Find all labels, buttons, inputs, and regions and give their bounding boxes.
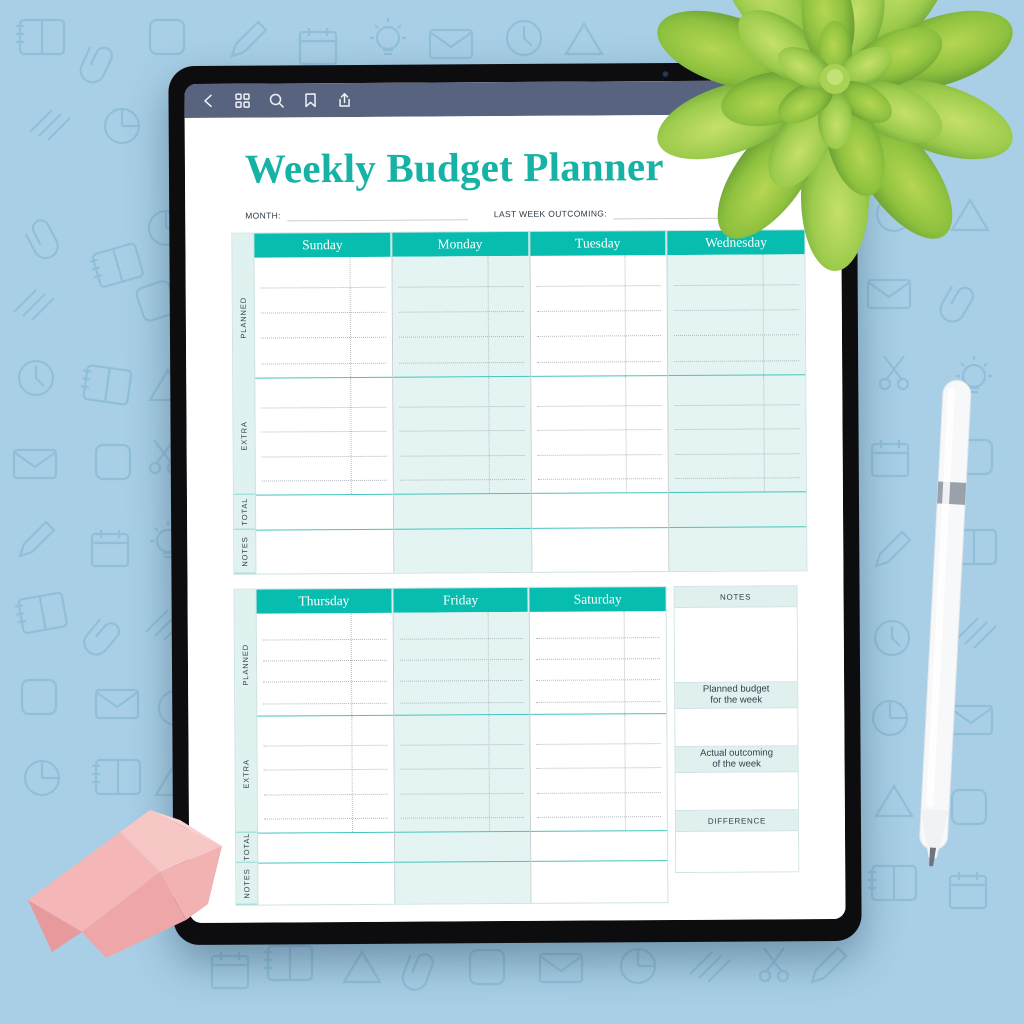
front-camera <box>662 71 669 78</box>
document-page: Weekly Budget Planner MONTH: LAST WEEK O… <box>184 114 846 923</box>
cell-planned-monday[interactable] <box>392 255 530 377</box>
back-icon[interactable] <box>198 91 217 110</box>
app-toolbar <box>184 80 841 119</box>
row-label-total-2: TOTAL <box>236 832 258 863</box>
bookmark-icon[interactable] <box>300 91 319 110</box>
cell-extra-sunday[interactable] <box>255 376 393 495</box>
cell-extra-monday[interactable] <box>392 375 531 494</box>
day-column-saturday: Saturday <box>529 587 668 903</box>
row-label-total: TOTAL <box>233 494 256 530</box>
cell-notes-tuesday[interactable] <box>531 527 669 572</box>
share-icon[interactable] <box>334 90 353 109</box>
day-column-thursday: Thursday <box>256 588 396 905</box>
cell-notes-saturday[interactable] <box>531 860 668 903</box>
month-label: MONTH: <box>245 210 281 221</box>
month-input[interactable] <box>286 208 468 222</box>
day-columns-2: Thursday Friday Saturday <box>256 587 668 905</box>
row-label-column-1: PLANNED EXTRA TOTAL NOTES <box>232 233 257 574</box>
day-header-thursday: Thursday <box>256 588 393 614</box>
planned-budget-label: Planned budget for the week <box>675 682 798 710</box>
day-column-monday: Monday <box>392 231 532 573</box>
field-row: MONTH: LAST WEEK OUTCOMING: <box>245 206 805 222</box>
notes-panel: NOTES Planned budget for the week Actual… <box>673 585 800 874</box>
label-spacer <box>232 234 253 258</box>
day-header-tuesday: Tuesday <box>529 231 667 256</box>
row-label-notes: NOTES <box>234 529 256 574</box>
cell-planned-saturday[interactable] <box>530 611 666 714</box>
actual-outcoming-label: Actual outcoming of the week <box>675 746 798 774</box>
tablet-device: Weekly Budget Planner MONTH: LAST WEEK O… <box>168 61 862 946</box>
row-label-planned-2: PLANNED <box>240 643 251 686</box>
difference-input[interactable] <box>676 831 799 873</box>
planner-table-2: PLANNED EXTRA TOTAL NOTES Thursday Frida… <box>233 585 810 906</box>
day-column-friday: Friday <box>393 587 532 904</box>
last-week-outcoming-field[interactable]: LAST WEEK OUTCOMING: <box>494 206 773 220</box>
row-label-notes-2: NOTES <box>236 862 258 905</box>
cell-total-saturday[interactable] <box>531 830 668 861</box>
cell-notes-sunday[interactable] <box>256 528 394 574</box>
cell-extra-saturday[interactable] <box>530 713 668 831</box>
row-label-extra-2: EXTRA <box>235 715 258 833</box>
cell-notes-friday[interactable] <box>394 860 531 904</box>
tablet-screen: Weekly Budget Planner MONTH: LAST WEEK O… <box>184 80 846 923</box>
day-column-tuesday: Tuesday <box>529 231 670 572</box>
month-field[interactable]: MONTH: <box>245 208 468 222</box>
day-header-sunday: Sunday <box>254 232 392 258</box>
day-header-monday: Monday <box>392 231 529 257</box>
cell-planned-thursday[interactable] <box>257 612 393 716</box>
actual-outcoming-input[interactable] <box>675 772 798 812</box>
notes-panel-free-area[interactable] <box>674 607 798 684</box>
planned-budget-input[interactable] <box>675 708 798 748</box>
cell-total-thursday[interactable] <box>258 831 394 863</box>
cell-total-friday[interactable] <box>394 830 531 862</box>
actual-outcoming-line2: of the week <box>712 758 761 770</box>
cell-planned-wednesday[interactable] <box>667 254 806 376</box>
cell-total-sunday[interactable] <box>255 493 393 530</box>
row-label-planned: PLANNED <box>238 296 248 339</box>
row-label-column-2: PLANNED EXTRA TOTAL NOTES <box>234 589 259 905</box>
cell-planned-tuesday[interactable] <box>530 255 667 376</box>
last-week-outcoming-label: LAST WEEK OUTCOMING: <box>493 208 607 220</box>
grid-icon[interactable] <box>232 91 251 110</box>
toolbar-spacer <box>369 97 793 100</box>
notes-panel-title: NOTES <box>674 586 797 609</box>
row-label-extra: EXTRA <box>233 377 255 495</box>
cell-extra-friday[interactable] <box>393 713 531 832</box>
page-title: Weekly Budget Planner <box>244 143 664 192</box>
cell-total-wednesday[interactable] <box>669 491 807 528</box>
day-header-saturday: Saturday <box>529 587 666 612</box>
difference-label: DIFFERENCE <box>675 810 799 833</box>
cell-total-monday[interactable] <box>393 492 531 529</box>
day-header-friday: Friday <box>393 587 530 613</box>
cell-extra-tuesday[interactable] <box>530 375 669 493</box>
day-column-wednesday: Wednesday <box>667 230 807 572</box>
cell-notes-wednesday[interactable] <box>669 526 807 572</box>
cell-notes-monday[interactable] <box>393 527 531 573</box>
planned-budget-line2: for the week <box>710 693 763 706</box>
label-spacer-2 <box>235 590 256 614</box>
day-column-sunday: Sunday <box>254 232 395 574</box>
cell-extra-thursday[interactable] <box>257 714 394 833</box>
cell-total-tuesday[interactable] <box>531 492 669 528</box>
cell-extra-wednesday[interactable] <box>668 374 806 493</box>
cell-notes-thursday[interactable] <box>258 861 395 905</box>
search-icon[interactable] <box>266 91 285 110</box>
cell-planned-sunday[interactable] <box>254 257 391 378</box>
undo-icon[interactable] <box>807 88 826 107</box>
day-header-wednesday: Wednesday <box>667 230 805 256</box>
cell-planned-friday[interactable] <box>393 611 530 715</box>
planner-table-1: PLANNED EXTRA TOTAL NOTES Sunday Monday … <box>231 229 808 575</box>
last-week-outcoming-input[interactable] <box>612 206 773 220</box>
day-columns-1: Sunday Monday Tuesday Wednesday <box>254 230 807 574</box>
